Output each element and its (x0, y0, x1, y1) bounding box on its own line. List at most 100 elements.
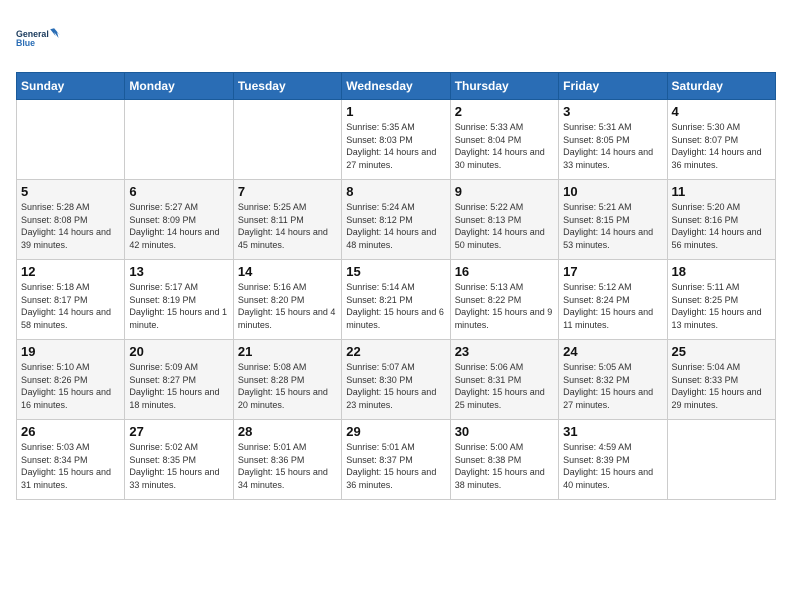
day-info: Sunrise: 5:02 AMSunset: 8:35 PMDaylight:… (129, 441, 228, 491)
day-info: Sunrise: 5:24 AMSunset: 8:12 PMDaylight:… (346, 201, 445, 251)
weekday-header: Thursday (450, 73, 558, 100)
calendar-day-cell: 21Sunrise: 5:08 AMSunset: 8:28 PMDayligh… (233, 340, 341, 420)
calendar-day-cell: 16 Sunrise: 5:13 AMSunset: 8:22 PMDayligh… (450, 260, 558, 340)
day-number: 26 (21, 424, 120, 439)
day-number: 14 (238, 264, 337, 279)
day-number: 18 (672, 264, 771, 279)
calendar-week-row: 26 Sunrise: 5:03 AMSunset: 8:34 PMDayligh… (17, 420, 776, 500)
logo-svg: General Blue (16, 16, 60, 60)
calendar-header-row: SundayMondayTuesdayWednesdayThursdayFrid… (17, 73, 776, 100)
day-number: 8 (346, 184, 445, 199)
weekday-header: Sunday (17, 73, 125, 100)
day-number: 29 (346, 424, 445, 439)
calendar-week-row: 5 Sunrise: 5:28 AMSunset: 8:08 PMDaylight… (17, 180, 776, 260)
day-info: Sunrise: 5:08 AMSunset: 8:28 PMDaylight:… (238, 361, 337, 411)
day-number: 24 (563, 344, 662, 359)
day-info: Sunrise: 5:05 AMSunset: 8:32 PMDaylight:… (563, 361, 662, 411)
day-number: 12 (21, 264, 120, 279)
calendar-day-cell (233, 100, 341, 180)
day-number: 13 (129, 264, 228, 279)
day-number: 5 (21, 184, 120, 199)
calendar-day-cell: 28 Sunrise: 5:01 AMSunset: 8:36 PMDayligh… (233, 420, 341, 500)
calendar-day-cell: 27 Sunrise: 5:02 AMSunset: 8:35 PMDayligh… (125, 420, 233, 500)
calendar-day-cell (667, 420, 775, 500)
calendar-day-cell (17, 100, 125, 180)
calendar-day-cell: 7 Sunrise: 5:25 AMSunset: 8:11 PMDaylight… (233, 180, 341, 260)
calendar-day-cell: 24 Sunrise: 5:05 AMSunset: 8:32 PMDayligh… (559, 340, 667, 420)
calendar-day-cell: 2 Sunrise: 5:33 AMSunset: 8:04 PMDaylight… (450, 100, 558, 180)
day-number: 7 (238, 184, 337, 199)
day-info: Sunrise: 5:27 AMSunset: 8:09 PMDaylight:… (129, 201, 228, 251)
day-number: 1 (346, 104, 445, 119)
day-info: Sunrise: 5:00 AMSunset: 8:38 PMDaylight:… (455, 441, 554, 491)
calendar-day-cell: 14Sunrise: 5:16 AMSunset: 8:20 PMDayligh… (233, 260, 341, 340)
calendar-day-cell: 3Sunrise: 5:31 AMSunset: 8:05 PMDaylight… (559, 100, 667, 180)
day-info: Sunrise: 5:17 AMSunset: 8:19 PMDaylight:… (129, 281, 228, 331)
day-info: Sunrise: 5:21 AMSunset: 8:15 PMDaylight:… (563, 201, 662, 251)
day-info: Sunrise: 5:01 AMSunset: 8:36 PMDaylight:… (238, 441, 337, 491)
calendar-day-cell: 4 Sunrise: 5:30 AMSunset: 8:07 PMDaylight… (667, 100, 775, 180)
calendar-week-row: 19 Sunrise: 5:10 AMSunset: 8:26 PMDayligh… (17, 340, 776, 420)
day-number: 17 (563, 264, 662, 279)
day-info: Sunrise: 5:22 AMSunset: 8:13 PMDaylight:… (455, 201, 554, 251)
logo: General Blue (16, 16, 60, 60)
day-number: 27 (129, 424, 228, 439)
day-number: 6 (129, 184, 228, 199)
calendar-day-cell: 26 Sunrise: 5:03 AMSunset: 8:34 PMDayligh… (17, 420, 125, 500)
day-info: Sunrise: 5:33 AMSunset: 8:04 PMDaylight:… (455, 121, 554, 171)
calendar-day-cell: 15 Sunrise: 5:14 AMSunset: 8:21 PMDayligh… (342, 260, 450, 340)
day-number: 4 (672, 104, 771, 119)
calendar-week-row: 1 Sunrise: 5:35 AMSunset: 8:03 PMDaylight… (17, 100, 776, 180)
calendar-day-cell: 8 Sunrise: 5:24 AMSunset: 8:12 PMDaylight… (342, 180, 450, 260)
calendar-day-cell: 11Sunrise: 5:20 AMSunset: 8:16 PMDayligh… (667, 180, 775, 260)
calendar-day-cell: 1 Sunrise: 5:35 AMSunset: 8:03 PMDaylight… (342, 100, 450, 180)
day-number: 25 (672, 344, 771, 359)
day-number: 31 (563, 424, 662, 439)
calendar-day-cell: 31Sunrise: 4:59 AMSunset: 8:39 PMDayligh… (559, 420, 667, 500)
day-number: 2 (455, 104, 554, 119)
calendar-day-cell: 17Sunrise: 5:12 AMSunset: 8:24 PMDayligh… (559, 260, 667, 340)
day-info: Sunrise: 5:25 AMSunset: 8:11 PMDaylight:… (238, 201, 337, 251)
day-info: Sunrise: 5:09 AMSunset: 8:27 PMDaylight:… (129, 361, 228, 411)
day-info: Sunrise: 5:06 AMSunset: 8:31 PMDaylight:… (455, 361, 554, 411)
day-number: 16 (455, 264, 554, 279)
day-number: 10 (563, 184, 662, 199)
calendar-table: SundayMondayTuesdayWednesdayThursdayFrid… (16, 72, 776, 500)
day-info: Sunrise: 5:20 AMSunset: 8:16 PMDaylight:… (672, 201, 771, 251)
calendar-day-cell: 10 Sunrise: 5:21 AMSunset: 8:15 PMDayligh… (559, 180, 667, 260)
day-number: 20 (129, 344, 228, 359)
day-number: 30 (455, 424, 554, 439)
calendar-day-cell: 30 Sunrise: 5:00 AMSunset: 8:38 PMDayligh… (450, 420, 558, 500)
calendar-day-cell: 9Sunrise: 5:22 AMSunset: 8:13 PMDaylight… (450, 180, 558, 260)
day-number: 15 (346, 264, 445, 279)
weekday-header: Saturday (667, 73, 775, 100)
day-info: Sunrise: 5:35 AMSunset: 8:03 PMDaylight:… (346, 121, 445, 171)
svg-text:Blue: Blue (16, 38, 35, 48)
weekday-header: Wednesday (342, 73, 450, 100)
day-info: Sunrise: 5:10 AMSunset: 8:26 PMDaylight:… (21, 361, 120, 411)
calendar-week-row: 12 Sunrise: 5:18 AMSunset: 8:17 PMDayligh… (17, 260, 776, 340)
calendar-day-cell: 25Sunrise: 5:04 AMSunset: 8:33 PMDayligh… (667, 340, 775, 420)
calendar-day-cell: 12 Sunrise: 5:18 AMSunset: 8:17 PMDayligh… (17, 260, 125, 340)
day-number: 19 (21, 344, 120, 359)
calendar-day-cell: 13 Sunrise: 5:17 AMSunset: 8:19 PMDayligh… (125, 260, 233, 340)
day-info: Sunrise: 5:28 AMSunset: 8:08 PMDaylight:… (21, 201, 120, 251)
day-number: 22 (346, 344, 445, 359)
day-info: Sunrise: 5:13 AMSunset: 8:22 PMDaylight:… (455, 281, 554, 331)
day-info: Sunrise: 5:01 AMSunset: 8:37 PMDaylight:… (346, 441, 445, 491)
page-header: General Blue (16, 16, 776, 60)
weekday-header: Friday (559, 73, 667, 100)
day-info: Sunrise: 5:18 AMSunset: 8:17 PMDaylight:… (21, 281, 120, 331)
day-info: Sunrise: 5:03 AMSunset: 8:34 PMDaylight:… (21, 441, 120, 491)
day-info: Sunrise: 5:30 AMSunset: 8:07 PMDaylight:… (672, 121, 771, 171)
day-info: Sunrise: 5:07 AMSunset: 8:30 PMDaylight:… (346, 361, 445, 411)
calendar-day-cell: 22 Sunrise: 5:07 AMSunset: 8:30 PMDayligh… (342, 340, 450, 420)
calendar-day-cell: 23Sunrise: 5:06 AMSunset: 8:31 PMDayligh… (450, 340, 558, 420)
calendar-day-cell: 5 Sunrise: 5:28 AMSunset: 8:08 PMDaylight… (17, 180, 125, 260)
day-info: Sunrise: 5:14 AMSunset: 8:21 PMDaylight:… (346, 281, 445, 331)
calendar-day-cell (125, 100, 233, 180)
day-number: 28 (238, 424, 337, 439)
day-info: Sunrise: 5:11 AMSunset: 8:25 PMDaylight:… (672, 281, 771, 331)
calendar-day-cell: 18 Sunrise: 5:11 AMSunset: 8:25 PMDayligh… (667, 260, 775, 340)
day-number: 3 (563, 104, 662, 119)
